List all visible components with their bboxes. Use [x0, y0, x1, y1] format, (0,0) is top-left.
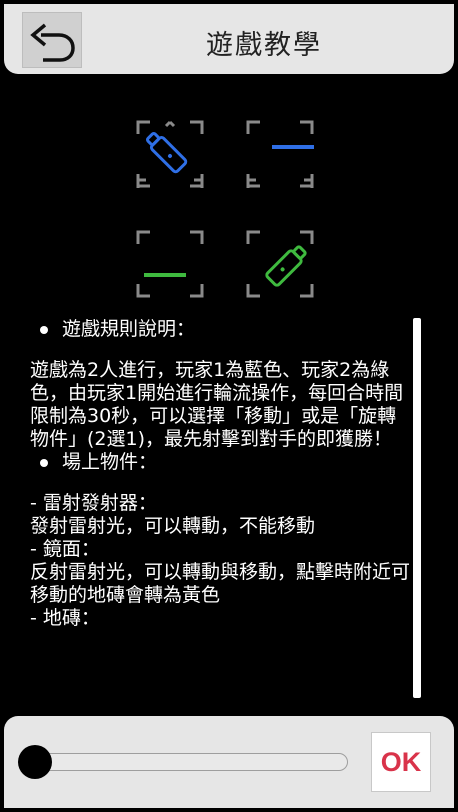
rules-text-panel[interactable]: 遊戲規則說明： 遊戲為2人進行，玩家1為藍色、玩家2為綠色，由玩家1開始進行輪流… [30, 318, 410, 710]
cell-corner-brackets [246, 230, 314, 298]
cell-corner-brackets [136, 230, 204, 298]
board-cell-bottom-right [240, 224, 320, 304]
rules-scrollbar[interactable] [413, 318, 421, 698]
ok-button[interactable]: OK [371, 732, 431, 792]
item-description: 發射雷射光，可以轉動，不能移動 [30, 515, 316, 537]
back-button[interactable] [22, 12, 82, 68]
board-grid-brackets [136, 178, 314, 188]
objects-section-heading: 場上物件： [30, 451, 410, 474]
bullet-icon [40, 325, 48, 334]
item-name: - 雷射發射器： [30, 492, 157, 514]
footer-bar: OK [4, 716, 454, 808]
page-title: 遊戲教學 [206, 29, 322, 61]
section-title-objects: 場上物件： [62, 451, 158, 473]
slider-thumb[interactable] [18, 745, 52, 779]
blue-laser-emitter-icon [145, 131, 188, 174]
rules-section-heading: 遊戲規則說明： [30, 318, 410, 341]
item-name: - 鏡面： [30, 538, 100, 560]
header-bar: 遊戲教學 [4, 4, 454, 74]
undo-arrow-icon [30, 23, 75, 62]
green-laser-emitter-icon [265, 245, 307, 287]
board-cell-bottom-left [130, 224, 210, 304]
item-description: 反射雷射光，可以轉動與移動，點擊時附近可移動的地磚會轉為黃色 [30, 561, 410, 606]
item-name: - 地磚： [30, 607, 100, 629]
tutorial-board [130, 114, 330, 314]
rules-paragraph: 遊戲為2人進行，玩家1為藍色、玩家2為綠色，由玩家1開始進行輪流操作，每回合時間… [30, 359, 404, 450]
slider-track[interactable] [34, 753, 348, 771]
section-title-rules: 遊戲規則說明： [62, 318, 196, 340]
bullet-icon [40, 458, 48, 467]
